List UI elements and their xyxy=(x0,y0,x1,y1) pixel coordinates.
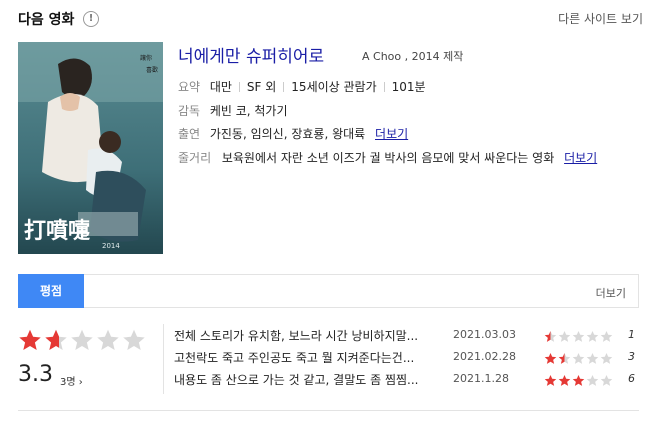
score-value: 3.3 xyxy=(18,362,53,387)
star-icon xyxy=(558,374,571,386)
star-icon xyxy=(19,329,41,350)
director-label: 감독 xyxy=(178,104,201,118)
cast-label: 출연 xyxy=(178,127,201,141)
divider xyxy=(18,410,639,411)
star-icon xyxy=(558,352,571,364)
star-icon xyxy=(572,352,585,364)
plot: 보육원에서 자란 소년 이즈가 궐 박사의 음모에 맞서 싸운다는 영화 xyxy=(221,151,555,165)
tab-rating[interactable]: 평점 xyxy=(18,274,84,308)
chevron-right-icon: › xyxy=(78,377,83,388)
poster-image: 讓你 喜歡 打噴嚏 2014 xyxy=(18,42,163,254)
review-date: 2021.02.28 xyxy=(453,350,516,363)
cast-more-link[interactable]: 더보기 xyxy=(375,127,408,141)
summary-label: 요약 xyxy=(178,80,201,94)
review-score: 3 xyxy=(628,350,635,363)
score-summary: 3.3 3명 › xyxy=(18,328,158,394)
star-icon xyxy=(600,352,613,364)
star-icon xyxy=(600,330,613,342)
section-header: 다음 영화 ! 다른 사이트 보기 xyxy=(18,8,643,30)
review-item[interactable]: 고천락도 죽고 주인공도 죽고 뭘 지켜준다는건... 2021.02.28 3 xyxy=(174,349,639,371)
star-icon xyxy=(572,374,585,386)
divider xyxy=(383,82,385,92)
review-stars xyxy=(544,374,613,387)
star-icon xyxy=(45,329,67,350)
review-text[interactable]: 내용도 좀 산으로 가는 것 같고, 결말도 좀 찜찜... xyxy=(174,371,440,388)
poster-title-text: 打噴嚏 xyxy=(24,218,90,244)
review-list: 전체 스토리가 유치함, 보느라 시간 낭비하지말... 2021.03.03 1 고… xyxy=(174,327,639,393)
tab-more-link[interactable]: 더보기 xyxy=(596,285,626,301)
star-icon xyxy=(586,374,599,386)
movie-info: 너에게만 슈퍼히어로 A Choo , 2014 제작 요약 대만 SF 외 15세… xyxy=(178,42,638,165)
info-icon[interactable]: ! xyxy=(83,11,99,27)
country: 대만 xyxy=(209,80,232,94)
star-icon xyxy=(97,329,119,350)
review-item[interactable]: 전체 스토리가 유치함, 보느라 시간 낭비하지말... 2021.03.03 1 xyxy=(174,327,639,349)
star-icon xyxy=(572,330,585,342)
star-icon xyxy=(600,374,613,386)
divider xyxy=(283,82,285,92)
section-title: 다음 영화 xyxy=(18,12,75,28)
movie-subtitle: A Choo , 2014 제작 xyxy=(362,50,464,63)
star-icon xyxy=(71,329,93,350)
review-text[interactable]: 전체 스토리가 유치함, 보느라 시간 낭비하지말... xyxy=(174,327,440,344)
star-icon xyxy=(586,330,599,342)
summary-row: 요약 대만 SF 외 15세이상 관람가 101분 xyxy=(178,78,426,95)
star-icon xyxy=(123,329,145,350)
divider xyxy=(163,324,164,394)
svg-text:喜歡: 喜歡 xyxy=(146,66,158,74)
cast[interactable]: 가진동, 임의신, 장효룡, 왕대륙 xyxy=(210,127,365,141)
star-icon xyxy=(586,352,599,364)
genre: SF 외 xyxy=(246,80,277,94)
star-rating xyxy=(18,328,158,352)
other-sites-link[interactable]: 다른 사이트 보기 xyxy=(558,10,643,27)
svg-text:2014: 2014 xyxy=(102,242,120,250)
review-text[interactable]: 고천락도 죽고 주인공도 죽고 뭘 지켜준다는건... xyxy=(174,349,440,366)
review-item[interactable]: 내용도 좀 산으로 가는 것 같고, 결말도 좀 찜찜... 2021.1.28 6 xyxy=(174,371,639,393)
divider xyxy=(238,82,240,92)
review-score: 6 xyxy=(628,372,635,385)
age-rating: 15세이상 관람가 xyxy=(291,80,377,94)
review-stars xyxy=(544,330,613,343)
review-score: 1 xyxy=(628,328,635,341)
review-date: 2021.03.03 xyxy=(453,328,516,341)
rater-count-text: 3명 xyxy=(60,377,76,388)
rater-count[interactable]: 3명 › xyxy=(60,373,83,388)
directors[interactable]: 케빈 코, 척가기 xyxy=(210,104,288,118)
star-icon xyxy=(544,374,557,386)
star-icon xyxy=(544,330,557,342)
svg-text:讓你: 讓你 xyxy=(140,54,152,62)
cast-row: 출연 가진동, 임의신, 장효룡, 왕대륙 더보기 xyxy=(178,125,408,142)
plot-row: 줄거리 보육원에서 자란 소년 이즈가 궐 박사의 음모에 맞서 싸운다는 영화… xyxy=(178,149,597,166)
runtime: 101분 xyxy=(391,80,426,94)
star-icon xyxy=(558,330,571,342)
tab-bar: 평점 더보기 xyxy=(18,274,639,308)
plot-more-link[interactable]: 더보기 xyxy=(564,151,597,165)
plot-label: 줄거리 xyxy=(178,151,212,165)
movie-poster[interactable]: 讓你 喜歡 打噴嚏 2014 xyxy=(18,42,163,254)
star-icon xyxy=(544,352,557,364)
review-date: 2021.1.28 xyxy=(453,372,509,385)
director-row: 감독 케빈 코, 척가기 xyxy=(178,102,288,119)
review-stars xyxy=(544,352,613,365)
